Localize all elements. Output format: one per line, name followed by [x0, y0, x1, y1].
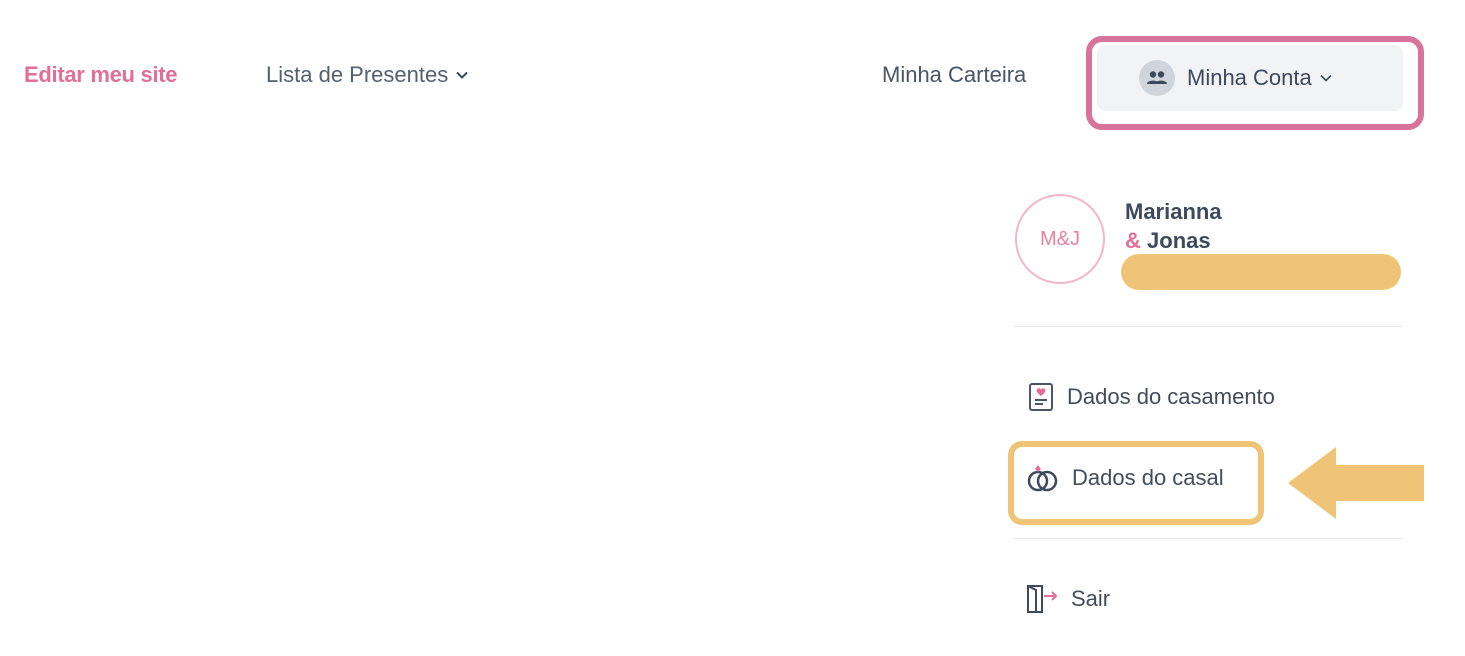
chevron-down-icon	[456, 71, 468, 79]
gift-list-label: Lista de Presentes	[266, 62, 449, 87]
wallet-link[interactable]: Minha Carteira	[882, 62, 1026, 88]
couple-name-second: Jonas	[1147, 228, 1211, 253]
couple-data-menu-item[interactable]: Dados do casal	[1026, 463, 1224, 493]
gift-list-menu[interactable]: Lista de Presentes	[266, 62, 468, 88]
exit-label: Sair	[1071, 586, 1111, 611]
wedding-data-label: Dados do casamento	[1067, 384, 1275, 409]
chevron-down-icon	[1320, 74, 1332, 82]
account-menu-button[interactable]: Minha Conta	[1097, 45, 1403, 111]
document-heart-icon	[1029, 383, 1053, 411]
redaction-bar	[1121, 254, 1401, 290]
couple-monogram-avatar: M&J	[1015, 194, 1105, 284]
exit-menu-item[interactable]: Sair	[1025, 584, 1110, 614]
account-label: Minha Conta	[1187, 65, 1312, 90]
couple-name-line1: Marianna	[1125, 199, 1222, 224]
arrow-left-annotation	[1288, 447, 1424, 519]
rings-icon	[1027, 465, 1058, 492]
couple-name-line2: & Jonas	[1125, 228, 1211, 254]
people-icon	[1139, 60, 1175, 96]
edit-site-link[interactable]: Editar meu site	[24, 62, 178, 88]
couple-name-ampersand: &	[1125, 228, 1141, 253]
door-exit-icon	[1027, 585, 1058, 613]
menu-divider	[1014, 326, 1402, 327]
menu-divider	[1014, 538, 1402, 539]
monogram-text: M&J	[1040, 227, 1080, 250]
wedding-data-menu-item[interactable]: Dados do casamento	[1027, 382, 1275, 412]
couple-data-label: Dados do casal	[1072, 465, 1224, 490]
